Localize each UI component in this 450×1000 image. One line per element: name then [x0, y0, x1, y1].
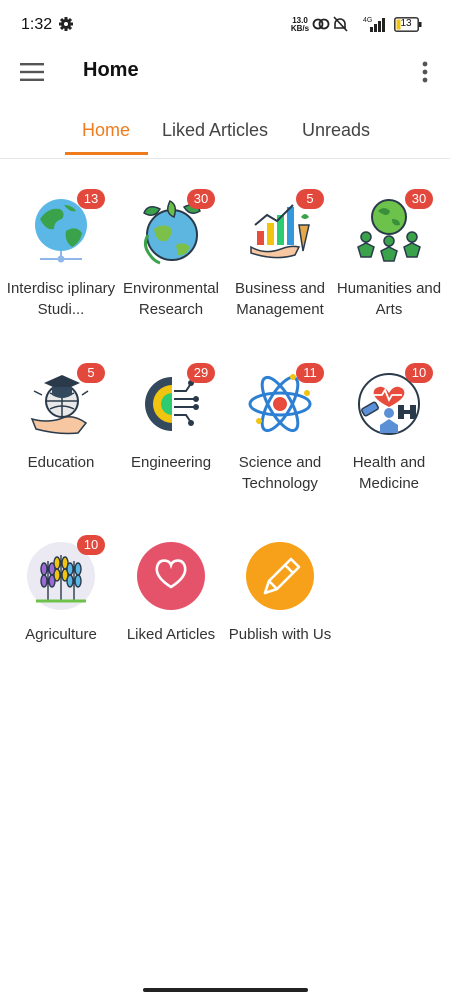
gesture-home-bar[interactable] [143, 988, 308, 992]
unread-count-badge: 11 [296, 363, 324, 383]
settings-gear-icon [59, 17, 73, 31]
status-time: 1:32 [21, 16, 53, 33]
tab-liked-articles[interactable]: Liked Articles [162, 120, 268, 141]
mute-vibrate-icon [333, 16, 348, 32]
liked-articles-shortcut[interactable]: Liked Articles [116, 541, 226, 645]
link-icon [312, 18, 330, 30]
battery-level: 13 [400, 18, 412, 29]
unread-count-badge: 30 [187, 189, 215, 209]
heart-icon [137, 542, 205, 610]
unread-count-badge: 5 [77, 363, 105, 383]
category-label: Agriculture [25, 626, 97, 643]
category-science-and-technology[interactable]: 11 Science and Technology [225, 363, 335, 494]
status-bar: 1:32 13.0 KB/s 4G 13 [0, 0, 450, 50]
category-label: Engineering [130, 454, 212, 471]
category-education[interactable]: 5 Education [6, 363, 116, 473]
category-label: Environmental Research [123, 280, 219, 318]
unread-count-badge: 29 [187, 363, 215, 383]
category-label: Liked Articles [126, 626, 216, 643]
page-title: Home [83, 59, 139, 81]
category-label: Publish with Us [228, 626, 332, 643]
hamburger-menu-icon[interactable] [20, 62, 44, 82]
category-label: Interdisc iplinary Studi... [6, 280, 116, 318]
more-vert-icon[interactable] [418, 60, 432, 84]
tab-home[interactable]: Home [82, 120, 130, 141]
category-label: Business and Management [234, 280, 326, 318]
category-label: Humanities and Arts [336, 280, 442, 318]
category-agriculture[interactable]: 10 Agriculture [6, 535, 116, 645]
unread-count-badge: 5 [296, 189, 324, 209]
unread-count-badge: 10 [405, 363, 433, 383]
net-speed-unit: KB/s [290, 24, 310, 33]
unread-count-badge: 30 [405, 189, 433, 209]
category-label: Health and Medicine [352, 454, 426, 492]
active-tab-indicator [65, 152, 148, 155]
category-engineering[interactable]: 29 Engineering [116, 363, 226, 473]
category-business-and-management[interactable]: 5 Business and Management [225, 189, 335, 320]
pencil-icon [246, 542, 314, 610]
net-speed: 13.0 KB/s [289, 17, 311, 33]
category-label: Science and Technology [238, 454, 322, 492]
category-environmental-research[interactable]: 30 Environmental Research [116, 189, 226, 320]
category-health-and-medicine[interactable]: 10 Health and Medicine [334, 363, 444, 494]
category-humanities-and-arts[interactable]: 30 Humanities and Arts [334, 189, 444, 320]
status-icons: 4G [312, 16, 385, 32]
category-label: Education [27, 454, 95, 471]
svg-text:4G: 4G [363, 17, 372, 24]
unread-count-badge: 10 [77, 535, 105, 555]
category-interdisciplinary-studies[interactable]: 13 Interdisc iplinary Studi... [6, 189, 116, 320]
publish-with-us-shortcut[interactable]: Publish with Us [225, 541, 335, 645]
tab-unreads[interactable]: Unreads [302, 120, 370, 141]
unread-count-badge: 13 [77, 189, 105, 209]
